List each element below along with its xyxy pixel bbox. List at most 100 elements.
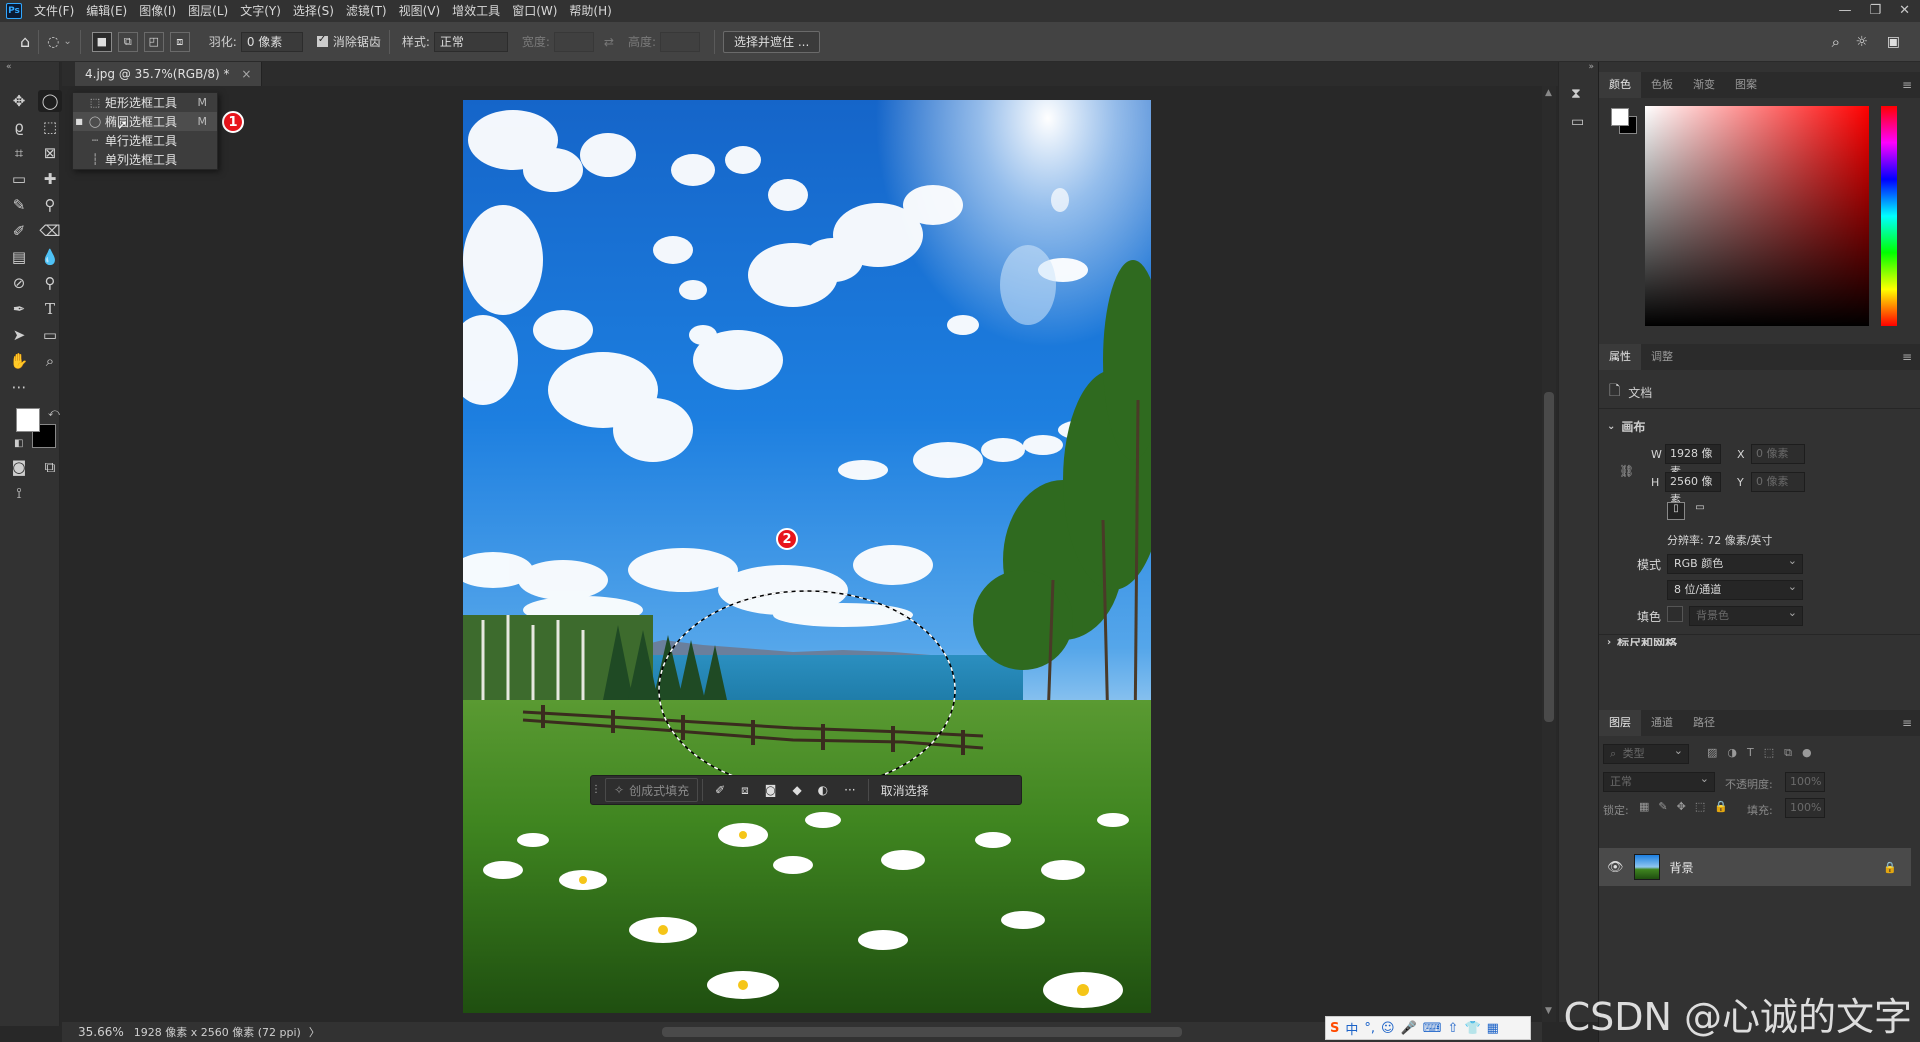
lock-all-icon[interactable]: 🔒 — [1714, 800, 1728, 813]
canvas-y-input[interactable]: 0 像素 — [1751, 472, 1805, 492]
layer-fill-input[interactable]: 100% — [1785, 798, 1825, 818]
restore-icon[interactable]: ❐ — [1869, 0, 1881, 22]
modify-selection-icon[interactable]: ✐ — [707, 778, 733, 802]
swap-colors-icon[interactable]: ⤺ — [48, 406, 60, 420]
scroll-thumb[interactable] — [1544, 392, 1554, 722]
blur-tool-icon[interactable]: 💧 — [38, 246, 62, 268]
move-tool-icon[interactable]: ✥ — [7, 90, 31, 112]
canvas-height-input[interactable]: 2560 像素 — [1665, 472, 1721, 506]
tab-adjustments[interactable]: 调整 — [1641, 344, 1683, 370]
lock-position-icon[interactable]: ✥ — [1677, 800, 1686, 813]
pen-tool-icon[interactable]: ✒ — [7, 298, 31, 320]
chevron-down-icon[interactable]: ⌄ — [63, 36, 71, 47]
ime-emoji-icon[interactable]: ☺ — [1381, 1021, 1395, 1036]
mask-icon[interactable]: ◙ — [757, 778, 785, 802]
scroll-up-icon[interactable]: ▲ — [1545, 88, 1552, 98]
workspace-icon[interactable]: ▣ — [1887, 34, 1900, 50]
comments-icon[interactable]: ▭ — [1571, 114, 1584, 130]
tab-gradients[interactable]: 渐变 — [1683, 72, 1725, 98]
menu-edit[interactable]: 编辑(E) — [80, 0, 133, 22]
crop-tool-icon[interactable]: ⌗ — [7, 142, 31, 164]
lock-image-icon[interactable]: ✎ — [1658, 800, 1667, 813]
gradient-tool-icon[interactable]: ▤ — [7, 246, 31, 268]
collapse-arrows-icon[interactable]: « — [6, 62, 12, 72]
close-icon[interactable]: × — [241, 67, 251, 81]
sogou-logo-icon[interactable]: S — [1330, 1021, 1339, 1036]
menu-layer[interactable]: 图层(L) — [182, 0, 234, 22]
select-subject-icon[interactable]: ⧈ — [733, 778, 757, 802]
menu-filter[interactable]: 滤镜(T) — [340, 0, 393, 22]
flyout-item-single-column-marquee[interactable]: ┆ 单列选框工具 — [73, 150, 217, 169]
canvas-width-input[interactable]: 1928 像素 — [1665, 444, 1721, 478]
flyout-item-rectangle-marquee[interactable]: ⬚ 矩形选框工具 M — [73, 93, 217, 112]
tab-layers[interactable]: 图层 — [1599, 710, 1641, 736]
rulers-grids-section-header[interactable]: › 标尺和网格 — [1607, 638, 1677, 646]
scroll-down-icon[interactable]: ▼ — [1545, 1006, 1552, 1016]
close-icon[interactable]: ✕ — [1899, 0, 1910, 22]
adjustment-icon[interactable]: ◐ — [810, 778, 836, 802]
panel-menu-icon[interactable]: ≡ — [1902, 350, 1912, 364]
adjustment-filter-icon[interactable]: ◑ — [1727, 746, 1737, 760]
style-select[interactable]: 正常 — [433, 31, 508, 52]
fill-icon[interactable]: ◆ — [784, 778, 809, 802]
horizontal-scrollbar[interactable] — [662, 1027, 1182, 1037]
panel-foreground-swatch[interactable] — [1611, 108, 1629, 126]
quick-mask-icon[interactable]: ◙ — [7, 456, 31, 478]
dodge-tool-icon[interactable]: ⊘ — [7, 272, 31, 294]
swap-icon[interactable]: ⇄ — [604, 35, 614, 49]
zoom-dodge-icon[interactable]: ⚲ — [38, 272, 62, 294]
tab-patterns[interactable]: 图案 — [1725, 72, 1767, 98]
portrait-orientation-icon[interactable]: ▯ — [1667, 502, 1685, 520]
zoom-level[interactable]: 35.66% — [78, 1025, 124, 1039]
filter-toggle-icon[interactable]: ● — [1802, 746, 1812, 760]
document-canvas[interactable] — [463, 100, 1151, 1013]
screen-mode-icon[interactable]: ⧉ — [38, 456, 62, 478]
collapse-arrows-icon[interactable]: » — [1588, 62, 1594, 72]
default-colors-icon[interactable]: ◧ — [14, 438, 23, 449]
history-icon[interactable]: ⧗ — [1571, 86, 1581, 102]
antialias-checkbox[interactable]: 消除锯齿 — [316, 33, 381, 50]
ellipse-marquee-tool-icon[interactable]: ◯ — [38, 90, 62, 112]
canvas-x-input[interactable]: 0 像素 — [1751, 444, 1805, 464]
deselect-button[interactable]: 取消选择 — [873, 778, 937, 802]
layer-filter-select[interactable]: ⌕ 类型 — [1603, 742, 1689, 764]
ruler-tool-icon[interactable]: ▭ — [7, 168, 31, 190]
hand-tool-icon[interactable]: ✋ — [7, 350, 31, 372]
generative-fill-button[interactable]: ✧ 创成式填充 — [605, 778, 699, 802]
type-tool-icon[interactable]: T — [38, 298, 62, 320]
select-and-mask-button[interactable]: 选择并遮住 ... — [723, 30, 821, 53]
new-selection-icon[interactable]: ■ — [91, 31, 112, 52]
content-credentials-icon[interactable]: ⟟ — [7, 482, 31, 504]
ime-chinese-mode[interactable]: 中 — [1345, 1019, 1358, 1038]
menu-type[interactable]: 文字(Y) — [234, 0, 287, 22]
brush-tool-icon[interactable]: ✎ — [7, 194, 31, 216]
flyout-item-single-row-marquee[interactable]: ┄ 单行选框工具 — [73, 131, 217, 150]
shape-filter-icon[interactable]: ⬚ — [1764, 746, 1774, 760]
zoom-tool-icon[interactable]: ⌕ — [38, 350, 62, 372]
landscape-orientation-icon[interactable]: ▭ — [1691, 502, 1709, 520]
feather-input[interactable]: 0 像素 — [240, 31, 303, 52]
menu-view[interactable]: 视图(V) — [393, 0, 447, 22]
type-filter-icon[interactable]: T — [1747, 746, 1754, 760]
foreground-color-swatch[interactable] — [16, 408, 40, 432]
tab-properties[interactable]: 属性 — [1599, 344, 1641, 370]
smart-object-filter-icon[interactable]: ⧉ — [1784, 746, 1792, 760]
menu-plugins[interactable]: 增效工具 — [446, 0, 506, 22]
width-input[interactable] — [553, 31, 594, 52]
eraser-tool-icon[interactable]: ⌫ — [38, 220, 62, 242]
ime-tools-icon[interactable]: ⇧ — [1448, 1021, 1459, 1036]
ime-punctuation-icon[interactable]: °, — [1364, 1021, 1375, 1036]
intersect-selection-icon[interactable]: ⧈ — [169, 31, 190, 52]
panel-menu-icon[interactable]: ≡ — [1902, 78, 1912, 92]
menu-window[interactable]: 窗口(W) — [506, 0, 563, 22]
menu-image[interactable]: 图像(I) — [133, 0, 182, 22]
healing-brush-icon[interactable]: ✚ — [38, 168, 62, 190]
height-input[interactable] — [660, 31, 701, 52]
blend-mode-select[interactable]: 正常 — [1603, 770, 1715, 792]
frame-tool-icon[interactable]: ⊠ — [38, 142, 62, 164]
hue-slider[interactable] — [1881, 106, 1897, 326]
link-icon[interactable]: ⛓ — [1619, 464, 1634, 478]
panel-menu-icon[interactable]: ≡ — [1902, 716, 1912, 730]
ime-skin-icon[interactable]: 👕 — [1464, 1021, 1480, 1036]
drag-handle-icon[interactable]: ⋮ — [591, 778, 601, 802]
